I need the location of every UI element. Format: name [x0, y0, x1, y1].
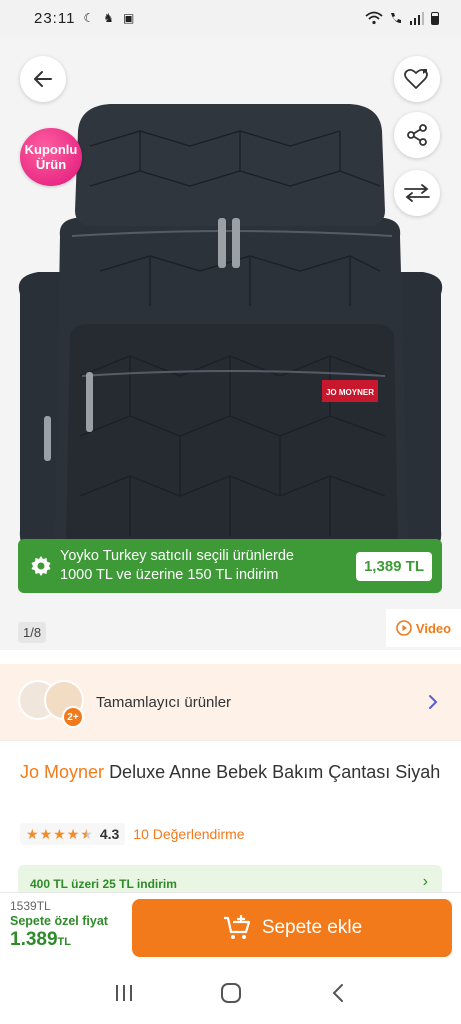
special-price-currency: TL [57, 936, 71, 948]
star-icon: ★ [39, 826, 53, 842]
complementary-count-badge: 2+ [62, 706, 84, 728]
home-button[interactable] [211, 973, 251, 1013]
product-page: 23:11 ☾ ♞ ▣ JO MOYNER Kuponlu Ürün Yoyko… [0, 0, 461, 1024]
system-nav-bar [0, 962, 461, 1024]
promo-text-line1: Yoyko Turkey satıcılı seçili ürünlerde [60, 548, 294, 564]
complementary-products[interactable]: 2+ Tamamlayıcı ürünler [0, 664, 461, 740]
discount-banner-text: 400 TL üzeri 25 TL indirim [30, 877, 177, 891]
promo-text-line2: 1000 TL ve üzerine 150 TL indirim [60, 567, 279, 583]
status-left: 23:11 ☾ ♞ ▣ [34, 10, 135, 27]
star-icon: ★ [66, 826, 80, 842]
system-back-button[interactable] [318, 973, 358, 1013]
favorite-button[interactable] [394, 56, 440, 102]
notification-icon: ♞ [103, 11, 115, 25]
half-star-icon: ★ [80, 826, 93, 842]
video-label: Video [415, 620, 452, 636]
compare-arrows-icon [404, 184, 430, 202]
call-icon [391, 13, 401, 23]
special-price: 1.389TL [10, 929, 71, 951]
star-icon: ★ [26, 826, 39, 842]
play-icon [396, 620, 412, 636]
video-button[interactable]: Video [386, 609, 461, 647]
coupon-badge-line2: Ürün [35, 157, 67, 172]
chevron-right-icon: › [422, 873, 428, 890]
signal-icon [410, 11, 424, 25]
recent-apps-button[interactable] [104, 973, 144, 1013]
status-right [365, 11, 439, 25]
gear-icon [31, 556, 51, 576]
share-icon [407, 124, 427, 146]
product-brand-link[interactable]: Jo Moyner [20, 762, 104, 782]
cart-plus-icon [223, 915, 250, 939]
complementary-label: Tamamlayıcı ürünler [96, 693, 232, 711]
divider [0, 740, 461, 741]
old-price: 1539TL [10, 899, 51, 913]
complementary-thumbnails: 2+ [18, 680, 90, 728]
share-button[interactable] [394, 112, 440, 158]
star-icon: ★ [53, 826, 66, 842]
product-image-gallery[interactable]: JO MOYNER Kuponlu Ürün Yoyko Turkey satı… [0, 36, 461, 650]
promo-price: 1,389 TL [355, 551, 432, 581]
promo-banner[interactable]: Yoyko Turkey satıcılı seçili ürünlerde 1… [18, 539, 442, 593]
status-bar: 23:11 ☾ ♞ ▣ [0, 0, 461, 36]
bottom-bar: 1539TL Sepete özel fiyat 1.389TL Sepete … [0, 892, 461, 962]
arrow-left-icon [34, 71, 52, 87]
status-time: 23:11 [34, 9, 76, 27]
special-price-label: Sepete özel fiyat [10, 914, 108, 928]
rating-box: ★ ★ ★ ★ ★ 4.3 [20, 823, 126, 845]
rating-row[interactable]: ★ ★ ★ ★ ★ 4.3 10 Değerlendirme [20, 823, 245, 845]
add-to-cart-label: Sepete ekle [261, 917, 363, 938]
chevron-right-icon [429, 695, 438, 709]
page-indicator: 1/8 [18, 622, 47, 643]
chevron-left-icon [332, 984, 343, 1002]
battery-icon [431, 11, 439, 25]
add-to-cart-button[interactable]: Sepete ekle [132, 899, 452, 957]
recent-apps-icon [115, 985, 132, 1001]
brand-tag: JO MOYNER [326, 388, 374, 397]
coupon-badge-line1: Kuponlu [24, 142, 78, 157]
rating-value: 4.3 [99, 826, 120, 842]
product-title: Jo Moyner Deluxe Anne Bebek Bakım Çantas… [20, 758, 445, 787]
heart-icon [404, 68, 428, 89]
moon-icon: ☾ [83, 11, 96, 25]
home-icon [220, 983, 241, 1003]
special-price-value: 1.389 [10, 929, 58, 950]
wifi-icon [365, 11, 383, 25]
product-name: Deluxe Anne Bebek Bakım Çantası Siyah [109, 762, 441, 782]
rating-stars: ★ ★ ★ ★ ★ [26, 827, 93, 841]
back-button[interactable] [20, 56, 66, 102]
compare-button[interactable] [394, 170, 440, 216]
photo-icon: ▣ [122, 11, 136, 25]
coupon-badge: Kuponlu Ürün [20, 128, 82, 186]
reviews-link[interactable]: 10 Değerlendirme [133, 826, 244, 842]
promo-text: Yoyko Turkey satıcılı seçili ürünlerde 1… [60, 547, 356, 585]
